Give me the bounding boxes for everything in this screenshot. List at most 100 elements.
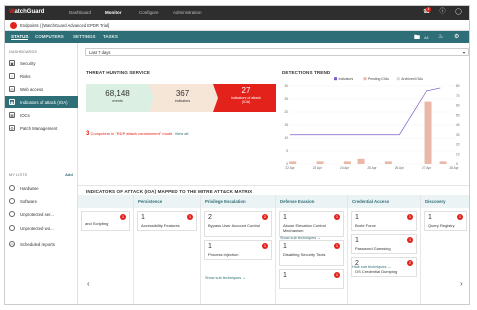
indicators-segment[interactable]: 367 indicators: [151, 84, 214, 111]
shield-icon: ▣: [9, 60, 15, 66]
list-icon: [9, 225, 15, 231]
sidebar-item-unprotected-servers[interactable]: Unprotected ser...: [5, 209, 78, 219]
indicators-value: 367: [175, 89, 190, 98]
technique-name: Accessibility Features: [141, 223, 180, 228]
tab-computers[interactable]: COMPUTERS: [35, 34, 64, 39]
add-list-link[interactable]: Add: [65, 172, 73, 177]
tab-settings[interactable]: SETTINGS: [73, 34, 96, 39]
events-label: events: [112, 99, 123, 103]
technique-card[interactable]: 1 Accessibility Features 1: [137, 211, 197, 231]
view-all-link[interactable]: View all: [175, 131, 189, 136]
help-icon[interactable]: ⓘ: [439, 9, 446, 16]
nav-monitor[interactable]: Monitor: [105, 10, 122, 15]
alert-text: Computers in "RDP attack containment" mo…: [90, 131, 174, 136]
technique-count: 1: [141, 214, 145, 221]
technique-count: 1: [283, 214, 287, 221]
list-icon: [9, 185, 15, 191]
technique-card[interactable]: 11: [279, 269, 344, 289]
technique-card[interactable]: 1 Brute Force 1: [351, 211, 417, 231]
legend-swatch: [334, 77, 337, 81]
sidebar-item-hardware[interactable]: Hardware: [5, 183, 78, 193]
folder-icon[interactable]: 🖿: [414, 33, 420, 43]
section-tabs: STATUS COMPUTERS SETTINGS TASKS 🖿 All ♨ …: [5, 31, 469, 43]
main-content: Last 7 days ▾ THREAT HUNTING SERVICE 68,1…: [78, 43, 469, 304]
technique-card[interactable]: 1 Process Injection 1: [204, 240, 272, 260]
ioa-value: 27: [241, 86, 251, 95]
scroll-right-arrow[interactable]: ›: [460, 279, 463, 288]
technique-card[interactable]: 2 Bypass User Account Control 2: [204, 211, 272, 237]
ioa-count-badge: 1: [407, 214, 413, 220]
nav-administration[interactable]: Administration: [173, 10, 202, 15]
sidebar-item-iocs[interactable]: ▦ IOCs: [5, 110, 78, 120]
technique-card[interactable]: 1 Query Registry 1: [424, 211, 467, 231]
y-tick-right: 20: [456, 143, 460, 147]
technique-card[interactable]: 1 Abuse Elevation Control Mechanism 1: [279, 211, 344, 237]
sub-techniques-link[interactable]: Hide sub techniques →: [352, 265, 391, 269]
dashboards-heading: DASHBOARDS: [9, 49, 38, 54]
ioa-count-badge: 1: [262, 243, 268, 249]
clock-icon: ◷: [9, 241, 15, 247]
sidebar-item-scheduled-reports[interactable]: ◷ Scheduled reports: [5, 239, 78, 249]
bell-outline-icon[interactable]: ♨: [438, 33, 443, 40]
watchguard-logo[interactable]: WatchGuard: [9, 9, 44, 15]
app-window: WatchGuard Dashboard Monitor Configure A…: [4, 5, 470, 305]
user-icon[interactable]: ◯: [455, 9, 462, 16]
sub-techniques-link[interactable]: Show sub techniques →: [205, 276, 246, 280]
technique-card[interactable]: and Scripting 1: [81, 211, 130, 231]
sidebar-item-risks[interactable]: ! Risks: [5, 71, 78, 81]
technique-count: 1: [283, 243, 287, 250]
y-tick-right: 80: [456, 84, 460, 88]
date-range-select[interactable]: Last 7 days ▾: [85, 48, 469, 56]
patch-icon: ⚙: [9, 125, 15, 131]
col-privilege-escalation: Privilege Escalation 2 Bypass User Account…: [201, 195, 276, 304]
chevron-down-icon: ▾: [462, 50, 465, 55]
x-tick: 28 Apr: [449, 166, 459, 170]
nav-dashboard[interactable]: Dashboard: [69, 10, 91, 15]
bar-pending-ioas: [289, 161, 297, 164]
technique-name: Bypass User Account Control: [208, 223, 261, 228]
events-segment[interactable]: 68,148 events: [86, 84, 149, 111]
x-tick: 23 Apr: [313, 166, 323, 170]
y-tick-right: 10: [456, 152, 460, 156]
technique-name: and Scripting: [85, 221, 109, 226]
technique-count: 1: [355, 214, 359, 221]
tab-tasks[interactable]: TASKS: [103, 34, 118, 39]
technique-name: Password Guessing: [355, 246, 391, 251]
tab-status[interactable]: STATUS: [11, 34, 29, 40]
chart-line: [290, 87, 441, 136]
col-discovery: Discovery 1 Query Registry 1: [421, 195, 469, 304]
ioa-count-badge: 1: [334, 243, 340, 249]
technique-card[interactable]: 1 Password Guessing 1: [351, 234, 417, 254]
sidebar-item-ioa[interactable]: ◉ Indicators of attack (IOA): [5, 96, 78, 108]
legend-label: Archived IOAs: [401, 77, 423, 81]
column-header: Persistence: [134, 195, 200, 208]
detections-trend-chart: Indicators Pending IOAs Archived IOAs 0510…: [284, 77, 459, 170]
nav-configure[interactable]: Configure: [139, 10, 159, 15]
sidebar-item-software[interactable]: Software: [5, 196, 78, 206]
sub-techniques-link[interactable]: Show sub techniques →: [280, 236, 321, 240]
top-bar: WatchGuard Dashboard Monitor Configure A…: [5, 6, 469, 20]
gear-icon[interactable]: ⚙: [454, 33, 459, 40]
chart-bars: [289, 101, 447, 164]
ioa-count-badge: 2: [262, 214, 268, 220]
sidebar-item-patch-management[interactable]: ⚙ Patch Management: [5, 123, 78, 133]
rdp-alert: 3 Computers in "RDP attack containment" …: [86, 131, 188, 137]
y-tick-left: 10: [284, 136, 288, 140]
column-header: Discovery: [421, 195, 469, 208]
legend-swatch: [396, 77, 400, 81]
sidebar-item-web-access[interactable]: ◎ Web access: [5, 84, 78, 94]
ioa-segment[interactable]: 27 indicators of attack (IOA): [218, 84, 274, 111]
ioa-count-badge: 1: [120, 214, 126, 220]
sidebar-item-security[interactable]: ▣ Security: [5, 58, 78, 68]
chart-ticks: 0510152025300102030405060708022 Apr 23 Ap…: [284, 84, 459, 170]
sidebar-item-unprotected-workstations[interactable]: Unprotected wo...: [5, 223, 78, 233]
scroll-left-arrow[interactable]: ‹: [87, 279, 90, 288]
all-filter-label[interactable]: All: [424, 35, 428, 40]
technique-card[interactable]: 1 Disabling Security Tools 1: [279, 240, 344, 266]
y-tick-right: 40: [456, 123, 460, 127]
technique-name: Disabling Security Tools: [283, 252, 326, 257]
notification-badge: 4: [426, 7, 431, 12]
technique-name: OS Credential Dumping: [355, 269, 398, 274]
technique-name: Abuse Elevation Control Mechanism: [283, 223, 326, 233]
bar-pending-ioas: [384, 161, 392, 164]
